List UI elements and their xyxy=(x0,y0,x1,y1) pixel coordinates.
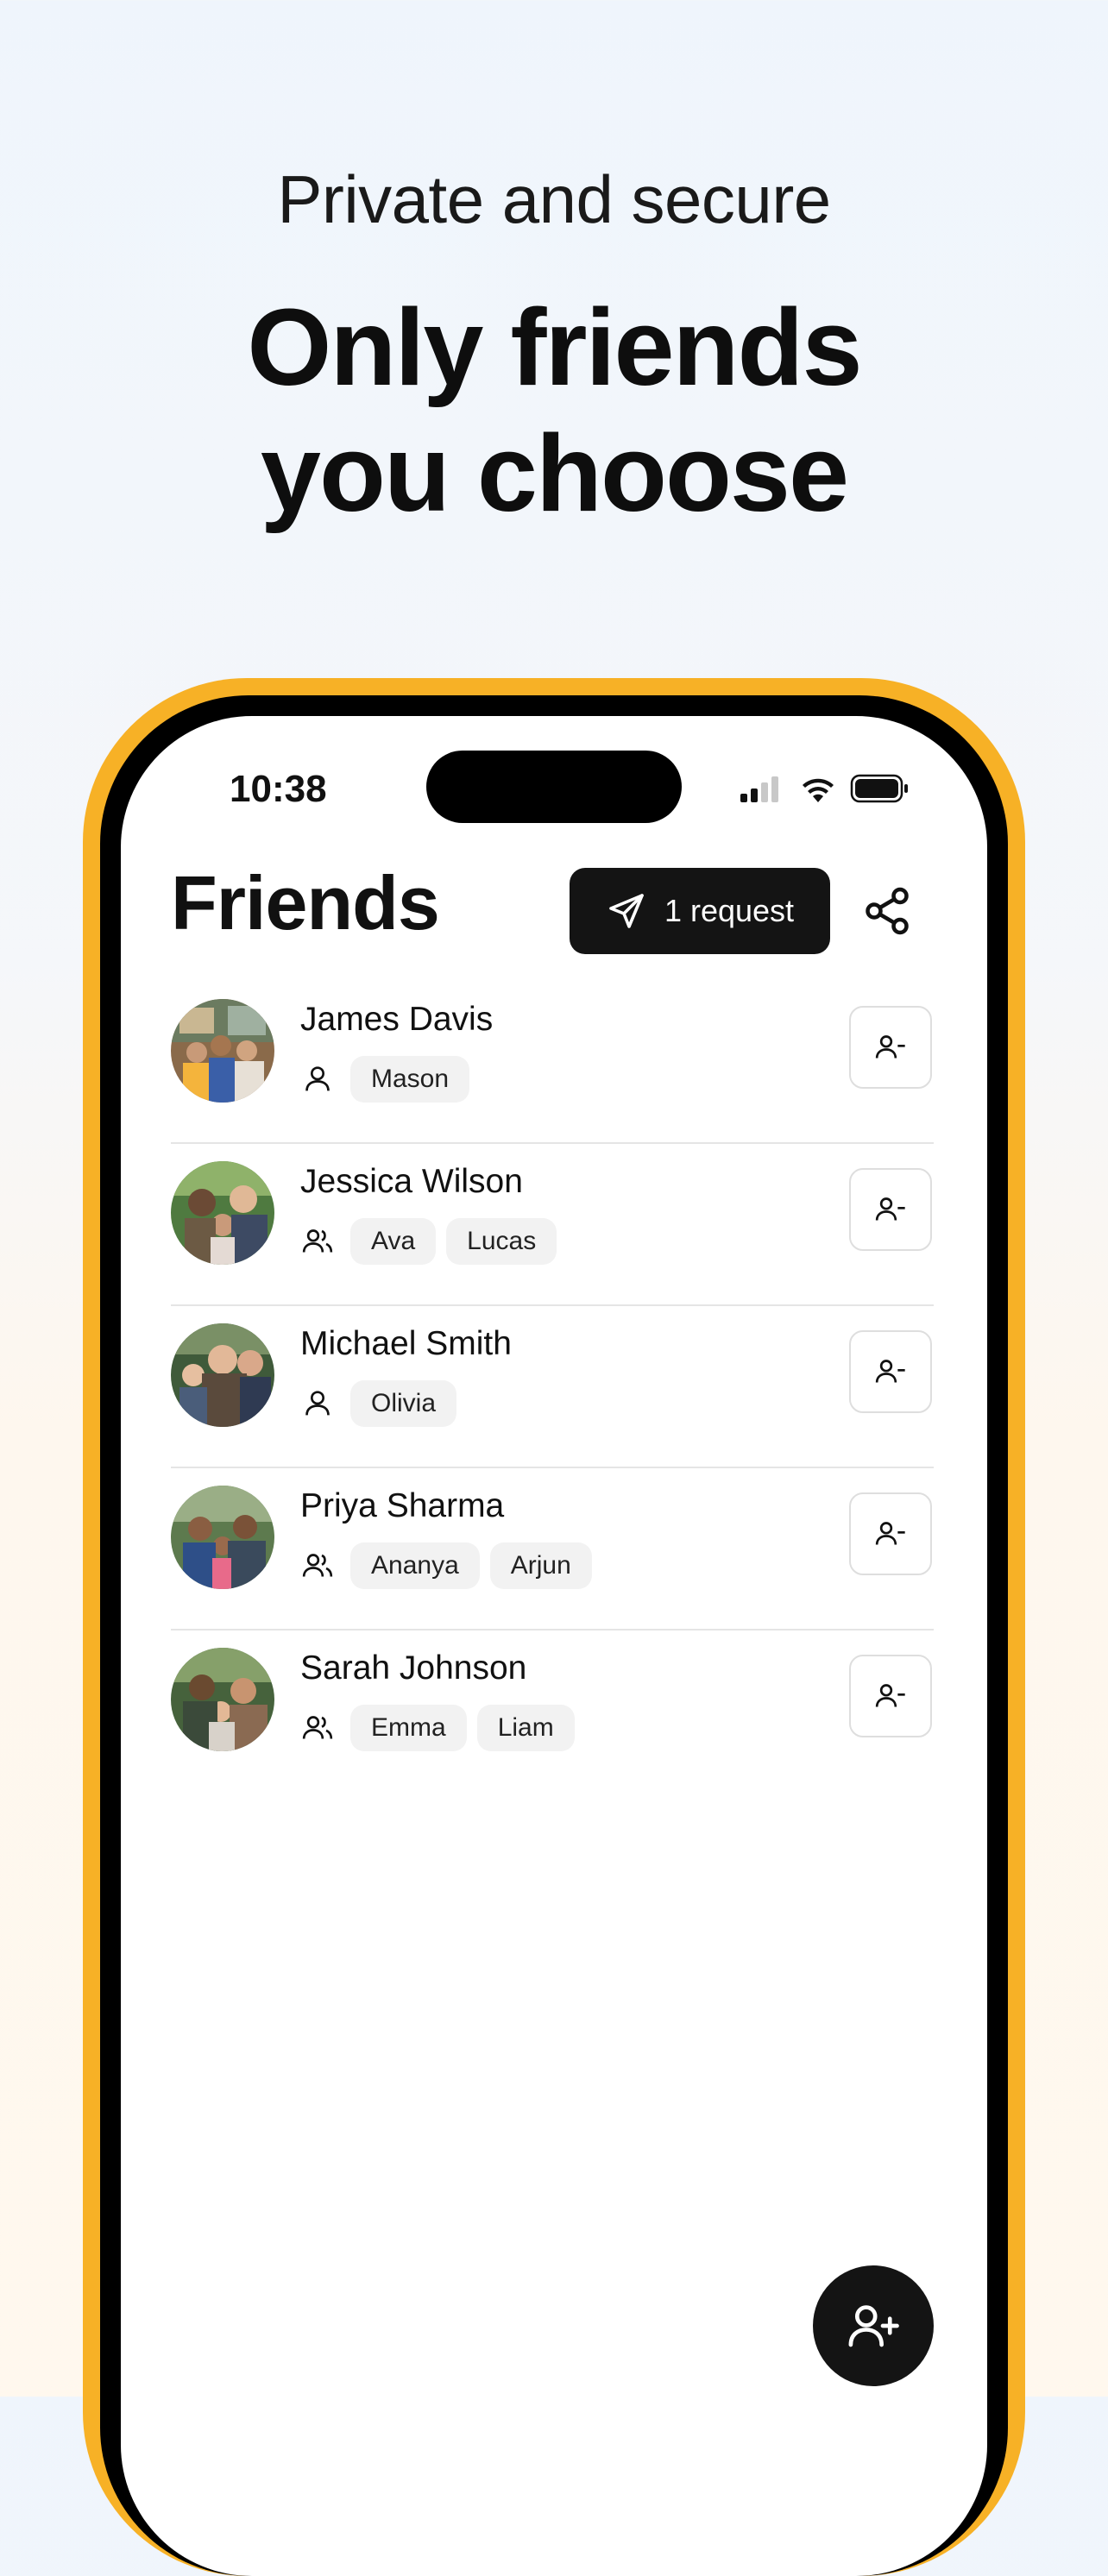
kids-list: Mason xyxy=(300,1056,470,1103)
remove-friend-button[interactable] xyxy=(849,1655,932,1737)
friend-list: James Davis Mason Jessica Wilson Ava Luc… xyxy=(171,982,934,1791)
user-minus-icon xyxy=(875,1522,905,1545)
friend-name: Sarah Johnson xyxy=(300,1649,527,1687)
remove-friend-button[interactable] xyxy=(849,1006,932,1089)
avatar xyxy=(171,1486,274,1589)
people-icon xyxy=(302,1554,333,1577)
user-minus-icon xyxy=(875,1197,905,1221)
cellular-signal-icon xyxy=(740,776,778,802)
page-title: Friends xyxy=(171,860,440,946)
avatar xyxy=(171,999,274,1103)
dynamic-island xyxy=(426,751,682,823)
kid-chip: Arjun xyxy=(489,1542,592,1589)
phone-screen: 10:38 Friends 1 request James Davis Maso… xyxy=(121,716,987,2576)
user-minus-icon xyxy=(875,1035,905,1059)
user-minus-icon xyxy=(875,1360,905,1383)
kid-chip: Emma xyxy=(350,1705,467,1751)
friend-row[interactable]: Jessica Wilson Ava Lucas xyxy=(171,1144,934,1306)
kid-chip: Lucas xyxy=(446,1218,557,1265)
friend-requests-label: 1 request xyxy=(664,893,795,928)
avatar xyxy=(171,1648,274,1751)
status-time: 10:38 xyxy=(230,768,327,810)
hero-headline: Only friends you choose xyxy=(0,285,1108,537)
remove-friend-button[interactable] xyxy=(849,1168,932,1251)
kid-chip: Ananya xyxy=(350,1542,480,1589)
remove-friend-button[interactable] xyxy=(849,1492,932,1575)
avatar xyxy=(171,1323,274,1427)
kids-list: Olivia xyxy=(300,1380,457,1427)
avatar xyxy=(171,1161,274,1265)
kid-chip: Ava xyxy=(350,1218,437,1265)
hero-eyebrow: Private and secure xyxy=(277,161,831,237)
people-icon xyxy=(302,1716,333,1739)
person-icon xyxy=(305,1391,330,1416)
share-button[interactable] xyxy=(861,885,913,937)
remove-friend-button[interactable] xyxy=(849,1330,932,1413)
user-minus-icon xyxy=(875,1684,905,1707)
kids-list: Ananya Arjun xyxy=(300,1542,592,1589)
friend-requests-button[interactable]: 1 request xyxy=(570,868,830,954)
kid-chip: Olivia xyxy=(350,1380,457,1427)
person-icon xyxy=(305,1066,330,1091)
kid-chip: Mason xyxy=(350,1056,470,1103)
send-icon xyxy=(606,890,647,932)
user-plus-icon xyxy=(848,2305,899,2347)
hero-headline-line2: you choose xyxy=(260,412,849,534)
friend-name: Priya Sharma xyxy=(300,1487,505,1524)
phone-frame: 10:38 Friends 1 request James Davis Maso… xyxy=(83,678,1025,2576)
share-icon xyxy=(861,887,913,940)
kid-chip: Liam xyxy=(476,1705,575,1751)
hero-headline-line1: Only friends xyxy=(247,286,862,408)
wifi-icon xyxy=(803,778,834,802)
friend-row[interactable]: Priya Sharma Ananya Arjun xyxy=(171,1468,934,1630)
friend-name: Michael Smith xyxy=(300,1325,512,1362)
kids-list: Emma Liam xyxy=(300,1705,575,1751)
friend-row[interactable]: Sarah Johnson Emma Liam xyxy=(171,1630,934,1791)
status-icons xyxy=(739,771,911,806)
friend-row[interactable]: Michael Smith Olivia xyxy=(171,1306,934,1468)
friend-row[interactable]: James Davis Mason xyxy=(171,982,934,1144)
kids-list: Ava Lucas xyxy=(300,1218,557,1265)
add-friend-button[interactable] xyxy=(813,2265,934,2386)
friend-name: Jessica Wilson xyxy=(300,1163,523,1200)
phone-bezel: 10:38 Friends 1 request James Davis Maso… xyxy=(100,695,1008,2576)
people-icon xyxy=(302,1229,333,1253)
battery-icon xyxy=(850,774,908,803)
friend-name: James Davis xyxy=(300,1001,494,1038)
